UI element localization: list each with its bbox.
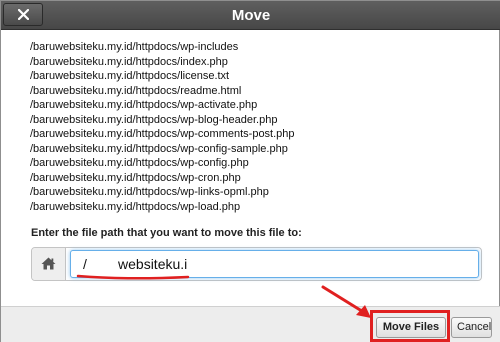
home-icon (41, 257, 56, 270)
file-path-item: /baruwebsiteku.my.id/httpdocs/wp-activat… (30, 99, 258, 111)
file-path-item: /baruwebsiteku.my.id/httpdocs/readme.htm… (30, 84, 242, 97)
cancel-button[interactable]: Cancel (451, 317, 492, 338)
file-path-item: /baruwebsiteku.my.id/httpdocs/wp-config-… (30, 142, 288, 155)
file-path-item: /baruwebsiteku.my.id/httpdocs/wp-cron.ph… (30, 171, 241, 184)
file-path-item: /baruwebsiteku.my.id/httpdocs/wp-links-o… (30, 186, 269, 198)
move-dialog: Move /baruwebsiteku.my.id/httpdocs/wp-in… (0, 0, 500, 342)
dialog-title: Move (231, 7, 271, 24)
file-path-item: /baruwebsiteku.my.id/httpdocs/wp-include… (30, 41, 239, 53)
file-path-item: /baruwebsiteku.my.id/httpdocs/wp-blog-he… (30, 113, 278, 126)
destination-prompt: Enter the file path that you want to mov… (31, 227, 302, 239)
file-path-item: /baruwebsiteku.my.id/httpdocs/wp-comment… (30, 128, 295, 140)
close-button[interactable] (3, 3, 43, 26)
close-icon (18, 9, 29, 20)
file-path-list: /baruwebsiteku.my.id/httpdocs/wp-include… (30, 35, 450, 215)
home-addon (32, 248, 66, 280)
file-path-item: /baruwebsiteku.my.id/httpdocs/wp-config.… (30, 157, 249, 169)
destination-path-input[interactable] (70, 250, 479, 278)
file-path-item: /baruwebsiteku.my.id/httpdocs/wp-login.p… (30, 214, 450, 215)
file-path-item: /baruwebsiteku.my.id/httpdocs/wp-load.ph… (30, 200, 241, 213)
dialog-titlebar: Move (1, 1, 500, 30)
move-files-button[interactable]: Move Files (376, 317, 446, 338)
file-path-item: /baruwebsiteku.my.id/httpdocs/index.php (30, 55, 228, 68)
destination-input-group (31, 247, 482, 281)
file-path-item: /baruwebsiteku.my.id/httpdocs/license.tx… (30, 70, 230, 82)
